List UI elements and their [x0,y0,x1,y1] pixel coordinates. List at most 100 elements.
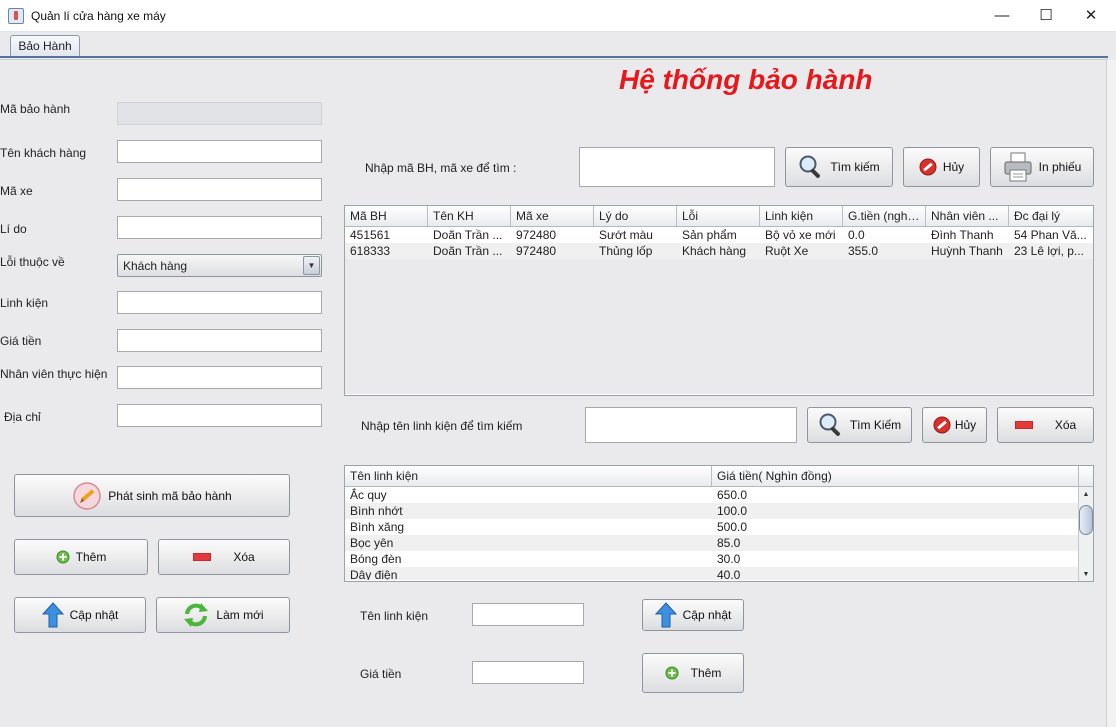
plus-icon [56,550,70,564]
table-cell: 972480 [516,244,557,258]
table-cell: 500.0 [717,520,748,534]
table-empty-area [345,259,1093,394]
parts-table-header: Tên linh kiện Giá tiền( Nghìn đồng) [345,466,1093,487]
minimize-button[interactable]: — [979,0,1025,30]
column-header[interactable]: Nhân viên ... [926,206,1009,226]
table-cell: 355.0 [848,244,879,258]
nhan-vien-field[interactable] [117,366,322,389]
table-row[interactable]: Ắc quy 650.0 [345,487,1093,503]
printer-icon [1003,151,1033,183]
column-header[interactable]: Mã xe [511,206,594,226]
stop-icon [933,416,951,434]
part-price-input[interactable] [472,661,584,684]
column-header[interactable]: Tên KH [428,206,511,226]
li-do-label: Lí do [0,222,27,236]
tab-underline [0,56,1108,58]
table-cell: 40.0 [717,568,741,580]
table-cell: 30.0 [717,552,741,566]
search-warranty-button[interactable]: Tìm kiếm [785,147,893,187]
warranty-table-header: Mã BH Tên KH Mã xe Lý do Lỗi Linh kiện G… [345,206,1093,227]
table-cell: Doãn Trần ... [433,228,503,242]
column-header[interactable]: Mã BH [345,206,428,226]
update-part-button[interactable]: Cập nhật [642,599,744,631]
chevron-down-icon[interactable]: ▼ [303,256,320,275]
update-part-label: Cập nhật [682,608,732,622]
refresh-button[interactable]: Làm mới [156,597,290,633]
column-header[interactable]: Lý do [594,206,677,226]
search-parts-input[interactable] [585,407,797,443]
scroll-down-icon[interactable]: ▼ [1079,567,1093,581]
print-receipt-label: In phiếu [1038,160,1082,174]
loi-thuoc-ve-select[interactable]: Khách hàng ▼ [117,254,322,277]
cancel-parts-label: Hủy [954,418,977,432]
search-warranty-input[interactable] [579,147,775,187]
stop-icon [919,158,937,176]
scroll-up-icon[interactable]: ▲ [1079,487,1093,501]
table-row[interactable]: Bọc yên 85.0 [345,535,1093,551]
loi-thuoc-ve-label: Lỗi thuộc về [0,255,65,269]
table-row[interactable]: Bóng đèn 30.0 [345,551,1093,567]
dia-chi-label: Địa chỉ [4,410,41,424]
ma-bao-hanh-label: Mã bảo hành [0,102,71,116]
ten-khach-hang-field[interactable] [117,140,322,163]
column-header[interactable]: Tên linh kiện [345,466,712,486]
search-warranty-button-label: Tìm kiếm [830,160,880,174]
column-header[interactable]: Đc đại lý [1009,206,1093,226]
delete-button[interactable]: Xóa [158,539,290,575]
ma-xe-label: Mã xe [0,184,33,198]
ma-xe-field[interactable] [117,178,322,201]
table-cell: Đình Thanh [931,228,994,242]
minus-icon [1014,421,1033,429]
table-cell: Bóng đèn [350,552,402,566]
add-label: Thêm [75,550,107,564]
table-row[interactable]: 451561 Doãn Trần ... 972480 Sướt màu Sản… [345,227,1093,243]
table-row[interactable]: Dây điện 40.0 [345,567,1093,580]
arrow-up-icon [654,602,677,628]
gia-tien-field[interactable] [117,329,322,352]
table-row[interactable]: 618333 Doãn Trần ... 972480 Thủng lốp Kh… [345,243,1093,259]
part-price-label: Giá tiền [360,667,402,681]
nhan-vien-label: Nhân viên thực hiện [0,367,108,381]
dia-chi-field[interactable] [117,404,322,427]
part-name-input[interactable] [472,603,584,626]
column-header[interactable]: Giá tiền( Nghìn đồng) [712,466,1079,486]
li-do-field[interactable] [117,216,322,239]
table-cell: 54 Phan Vă... [1014,228,1087,242]
table-row[interactable]: Bình nhớt 100.0 [345,503,1093,519]
search-parts-button[interactable]: Tìm Kiếm [807,407,912,443]
table-cell: Bình xăng [350,520,405,534]
column-header[interactable]: Lỗi [677,206,760,226]
table-cell: 650.0 [717,488,748,502]
gia-tien-label: Giá tiền [0,334,42,348]
tab-bao-hanh[interactable]: Bảo Hành [10,35,80,57]
table-cell: 0.0 [848,228,865,242]
arrow-up-icon [41,602,64,628]
table-row[interactable]: Bình xăng 500.0 [345,519,1093,535]
magnifier-icon [798,154,824,180]
cancel-parts-button[interactable]: Hủy [922,407,987,443]
window-title: Quản lí cửa hàng xe máy [31,9,166,23]
table-cell: Bọc yên [350,536,394,550]
parts-table-scrollbar[interactable]: ▲ ▼ [1078,487,1093,581]
print-receipt-button[interactable]: In phiếu [990,147,1094,187]
cancel-warranty-button[interactable]: Hủy [903,147,980,187]
delete-parts-button[interactable]: Xóa [997,407,1094,443]
maximize-button[interactable]: ☐ [1023,0,1069,30]
add-button[interactable]: Thêm [14,539,148,575]
tab-underline-shadow [0,59,1108,60]
ma-bao-hanh-field [117,102,322,125]
column-header[interactable]: Linh kiện [760,206,843,226]
cancel-warranty-label: Hủy [942,160,965,174]
close-button[interactable]: ✕ [1068,0,1114,30]
update-button[interactable]: Cập nhật [14,597,146,633]
column-header[interactable]: G.tiền (nghì... [843,206,926,226]
search-warranty-label: Nhập mã BH, mã xe để tìm : [365,161,517,175]
search-parts-button-label: Tìm Kiếm [849,418,902,432]
linh-kien-field[interactable] [117,291,322,314]
update-label: Cập nhật [69,608,119,622]
scroll-thumb[interactable] [1079,505,1093,535]
add-part-button[interactable]: Thêm [642,653,744,693]
table-cell: Sản phẩm [682,228,737,242]
generate-code-button[interactable]: Phát sinh mã bảo hành [14,474,290,517]
table-cell: Bình nhớt [350,504,403,518]
